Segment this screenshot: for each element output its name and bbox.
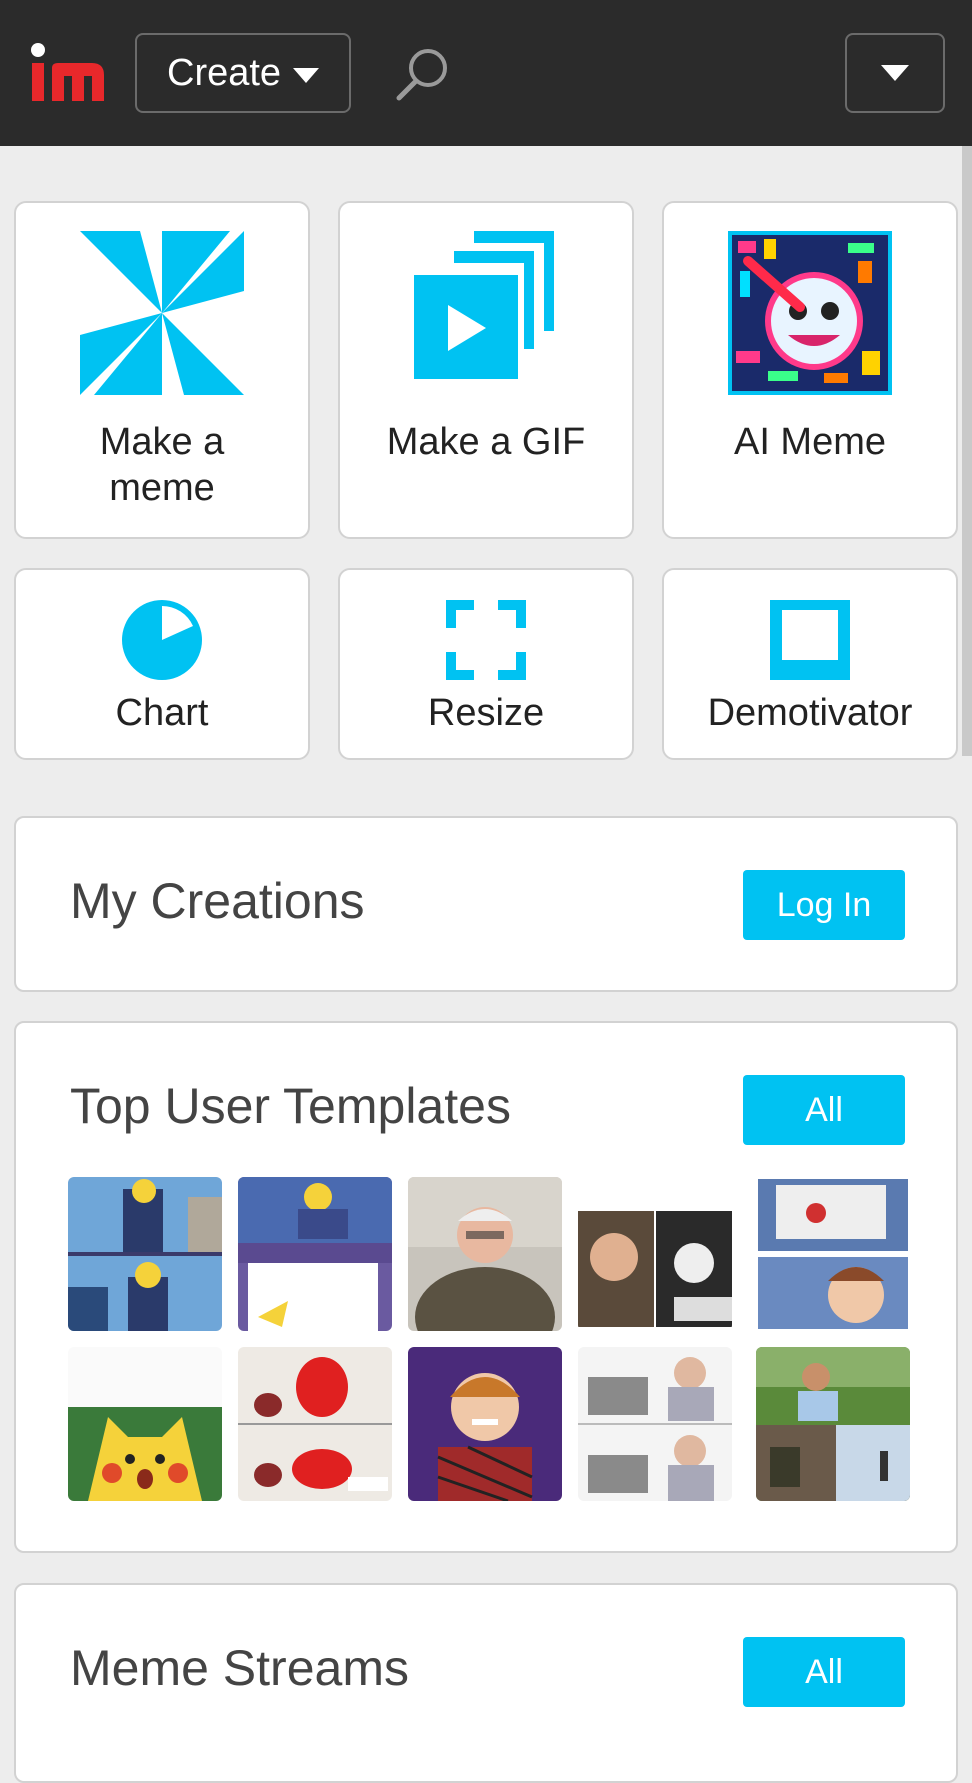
tool-chart[interactable]: Chart: [14, 568, 310, 760]
template-image: [68, 1177, 222, 1331]
top-navigation-bar: Create: [0, 0, 972, 146]
create-dropdown-button[interactable]: Create: [135, 33, 351, 113]
tool-resize[interactable]: Resize: [338, 568, 634, 760]
tool-ai-meme[interactable]: AI Meme: [662, 201, 958, 539]
template-thumbnail[interactable]: [238, 1347, 392, 1501]
tool-demotivator[interactable]: Demotivator: [662, 568, 958, 760]
template-image: [238, 1177, 392, 1331]
meme-streams-card: Meme Streams All: [14, 1583, 958, 1783]
tool-make-a-meme[interactable]: Make a meme: [14, 201, 310, 539]
tool-label: Make a GIF: [386, 421, 586, 463]
section-title: Top User Templates: [70, 1078, 511, 1134]
pie-chart-icon: [122, 600, 202, 680]
section-title: Meme Streams: [70, 1640, 409, 1696]
template-thumbnail[interactable]: [408, 1177, 562, 1331]
template-image: [238, 1347, 392, 1501]
resize-corners-icon: [446, 600, 526, 680]
template-thumbnail[interactable]: [68, 1177, 222, 1331]
tool-label: Demotivator: [707, 692, 913, 734]
template-thumbnail[interactable]: [756, 1347, 910, 1501]
template-image: [578, 1347, 732, 1501]
all-templates-button[interactable]: All: [743, 1075, 905, 1145]
create-label: Create: [167, 51, 282, 94]
my-creations-card: My Creations Log In: [14, 816, 958, 992]
template-thumbnail[interactable]: [578, 1347, 732, 1501]
template-thumbnail[interactable]: [756, 1177, 910, 1331]
template-image: [408, 1347, 562, 1501]
top-user-templates-card: Top User Templates All: [14, 1021, 958, 1553]
template-thumbnail[interactable]: [578, 1177, 732, 1331]
ai-face-icon: [728, 231, 892, 395]
all-streams-button[interactable]: All: [743, 1637, 905, 1707]
user-menu-button[interactable]: [845, 33, 945, 113]
template-image: [578, 1177, 732, 1331]
caret-down-icon: [293, 67, 320, 83]
tool-label: Chart: [115, 692, 209, 734]
tool-label: Resize: [427, 692, 545, 734]
caret-down-icon: [881, 65, 909, 81]
imgflip-logo[interactable]: [30, 38, 110, 108]
video-stack-icon: [414, 231, 554, 379]
template-thumbnail[interactable]: [408, 1347, 562, 1501]
tool-label: Make a meme: [99, 421, 225, 509]
scrollbar[interactable]: [962, 146, 972, 756]
frame-icon: [770, 600, 850, 680]
section-title: My Creations: [70, 873, 365, 929]
template-image: [756, 1177, 910, 1331]
search-icon[interactable]: [393, 44, 453, 104]
tool-label: AI Meme: [733, 421, 887, 463]
template-thumbnail[interactable]: [238, 1177, 392, 1331]
template-image: [756, 1347, 910, 1501]
log-in-button[interactable]: Log In: [743, 870, 905, 940]
template-image: [408, 1177, 562, 1331]
template-thumbnail[interactable]: [68, 1347, 222, 1501]
pinwheel-icon: [80, 231, 244, 395]
template-image: [68, 1347, 222, 1501]
tool-make-a-gif[interactable]: Make a GIF: [338, 201, 634, 539]
